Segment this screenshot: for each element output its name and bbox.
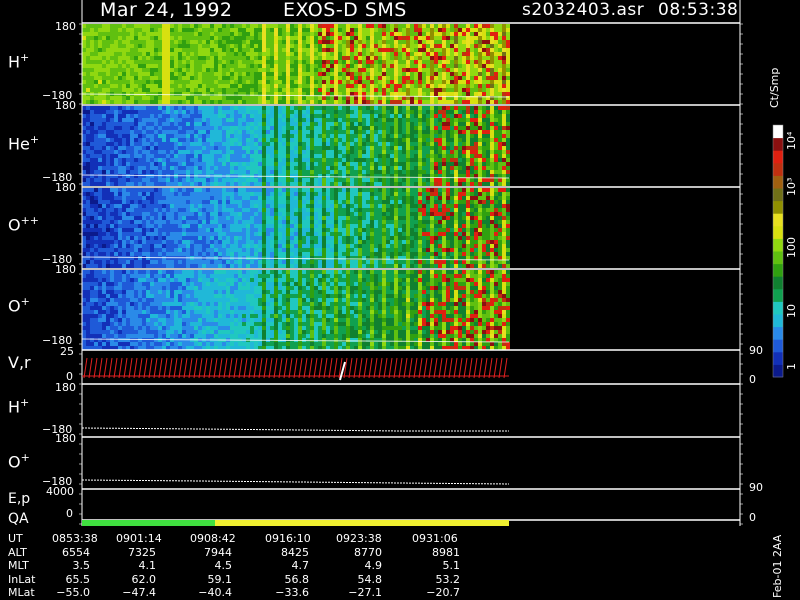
colorbar-cell — [773, 175, 783, 189]
ephemeris-cell: 5.1 — [442, 559, 461, 572]
ephemeris-cell: 6554 — [62, 545, 90, 559]
spectrogram-panel-0 — [82, 24, 510, 104]
ephemeris-cell: 0853:38 — [52, 532, 98, 545]
spectrogram-panel-1 — [82, 106, 510, 186]
h-plus-line-trace — [81, 427, 509, 432]
colorbar-cell — [773, 351, 783, 365]
he-plus-ymax: 180 — [55, 99, 76, 112]
ephemeris-cell: 56.8 — [284, 572, 310, 586]
ephemeris-cell: −27.1 — [348, 586, 382, 599]
ephemeris-cell: 0923:38 — [336, 532, 382, 545]
colorbar-cell — [773, 150, 783, 164]
colorbar-tick-100: 100 — [785, 237, 798, 258]
h-plus-ymax: 180 — [55, 20, 76, 33]
colorbar-tick-1000: 10³ — [785, 177, 798, 196]
vr-velocity-trace — [83, 357, 508, 379]
colorbar-cell — [773, 238, 783, 252]
ephemeris-cell: 7325 — [128, 545, 156, 559]
ephemeris-cell: 59.1 — [207, 572, 233, 586]
colorbar-unit-label: Ct/Smp — [768, 67, 781, 108]
colorbar-cell — [773, 225, 783, 239]
o-plus-line-trace — [81, 479, 510, 485]
ephemeris-cell: 0908:42 — [190, 532, 236, 545]
ephemeris-cell: 54.8 — [357, 572, 383, 586]
qa-left-tick: 0 — [66, 507, 73, 520]
panel-label-qa: QA — [8, 511, 29, 527]
sms-spectrogram-chart — [79, 0, 784, 526]
footer-stamp: Feb-01 2AA — [771, 534, 784, 598]
data-file-name: s2032403.asr — [522, 0, 645, 20]
ephemeris-label-alt: ALT — [8, 545, 27, 559]
panel-label-o-plus: O+ — [8, 295, 30, 316]
colorbar-cell — [773, 162, 783, 176]
plot-time: 08:53:38 — [658, 0, 739, 20]
ephemeris-cell: 8770 — [354, 545, 382, 559]
vr-right-tick-top: 90 — [749, 344, 763, 357]
colorbar-cell — [773, 288, 783, 302]
ephemeris-cell: 8981 — [432, 545, 460, 559]
panel-label-o-plus-plus: O++ — [8, 214, 40, 235]
panel-label-o-plus-line: O+ — [8, 451, 30, 472]
panel-label-he-plus: He+ — [8, 133, 40, 154]
colorbar-cell — [773, 326, 783, 340]
ephemeris-cell: −33.6 — [275, 586, 309, 599]
colorbar-cell — [773, 339, 783, 353]
colorbar-tick-10000: 10⁴ — [785, 131, 798, 150]
ephemeris-cell: 62.0 — [131, 572, 157, 586]
instrument-title: EXOS-D SMS — [283, 0, 407, 21]
ephemeris-cell: 4.9 — [364, 559, 383, 572]
h-line-ymax: 180 — [55, 381, 76, 394]
spectrogram-panel-2 — [82, 188, 510, 268]
ephemeris-cell: 0901:14 — [116, 532, 162, 545]
colorbar-cell — [773, 213, 783, 227]
ephemeris-cell: −47.4 — [122, 586, 156, 599]
colorbar-cell — [773, 263, 783, 277]
ephemeris-cell: 3.5 — [72, 559, 91, 572]
ephemeris-cell: −40.4 — [198, 586, 232, 599]
ep-right-tick-bottom: 0 — [749, 511, 756, 524]
o-plus-ymax: 180 — [55, 263, 76, 276]
vr-left-tick-top: 25 — [60, 345, 74, 358]
colorbar-cell — [773, 364, 783, 378]
spectrogram-panel-3 — [82, 270, 510, 350]
panel-label-vr: V,r — [8, 353, 31, 372]
ephemeris-cell: 65.5 — [65, 572, 91, 586]
colorbar-cell — [773, 301, 783, 315]
panel-label-h-plus-line: H+ — [8, 396, 30, 417]
colorbar-cell — [773, 276, 783, 290]
ephemeris-cell: 8425 — [281, 545, 309, 559]
ephemeris-cell: 4.5 — [214, 559, 233, 572]
colorbar-cell — [773, 137, 783, 151]
colorbar-cell — [773, 314, 783, 328]
colorbar-cell — [773, 251, 783, 265]
qa-bar-caution — [215, 520, 509, 526]
ephemeris-cell: −20.7 — [426, 586, 460, 599]
ephemeris-label-ut: UT — [8, 532, 23, 545]
ephemeris-cell: 0931:06 — [412, 532, 458, 545]
panel-label-h-plus: H+ — [8, 51, 30, 72]
plot-date: Mar 24, 1992 — [100, 0, 233, 21]
ephemeris-cell: 0916:10 — [265, 532, 311, 545]
ephemeris-cell: 7944 — [204, 545, 232, 559]
colorbar-tick-1: 1 — [785, 363, 798, 370]
ephemeris-cell: −55.0 — [56, 586, 90, 599]
ephemeris-cell: 4.1 — [138, 559, 157, 572]
panel-label-ep: E,p — [8, 491, 31, 507]
ephemeris-label-mlt: MLT — [8, 559, 29, 572]
ep-left-tick: 4000 — [46, 485, 74, 498]
colorbar-tick-10: 10 — [785, 304, 798, 318]
vr-right-tick-bottom: 0 — [749, 373, 756, 386]
qa-bar-good — [82, 520, 215, 526]
ep-right-tick-top: 90 — [749, 481, 763, 494]
o-plus-plus-ymax: 180 — [55, 181, 76, 194]
ephemeris-cell: 4.7 — [291, 559, 310, 572]
ephemeris-cell: 53.2 — [435, 572, 461, 586]
colorbar-cell — [773, 125, 783, 139]
colorbar-cell — [773, 188, 783, 202]
o-line-ymax: 180 — [55, 432, 76, 445]
colorbar-cell — [773, 200, 783, 214]
